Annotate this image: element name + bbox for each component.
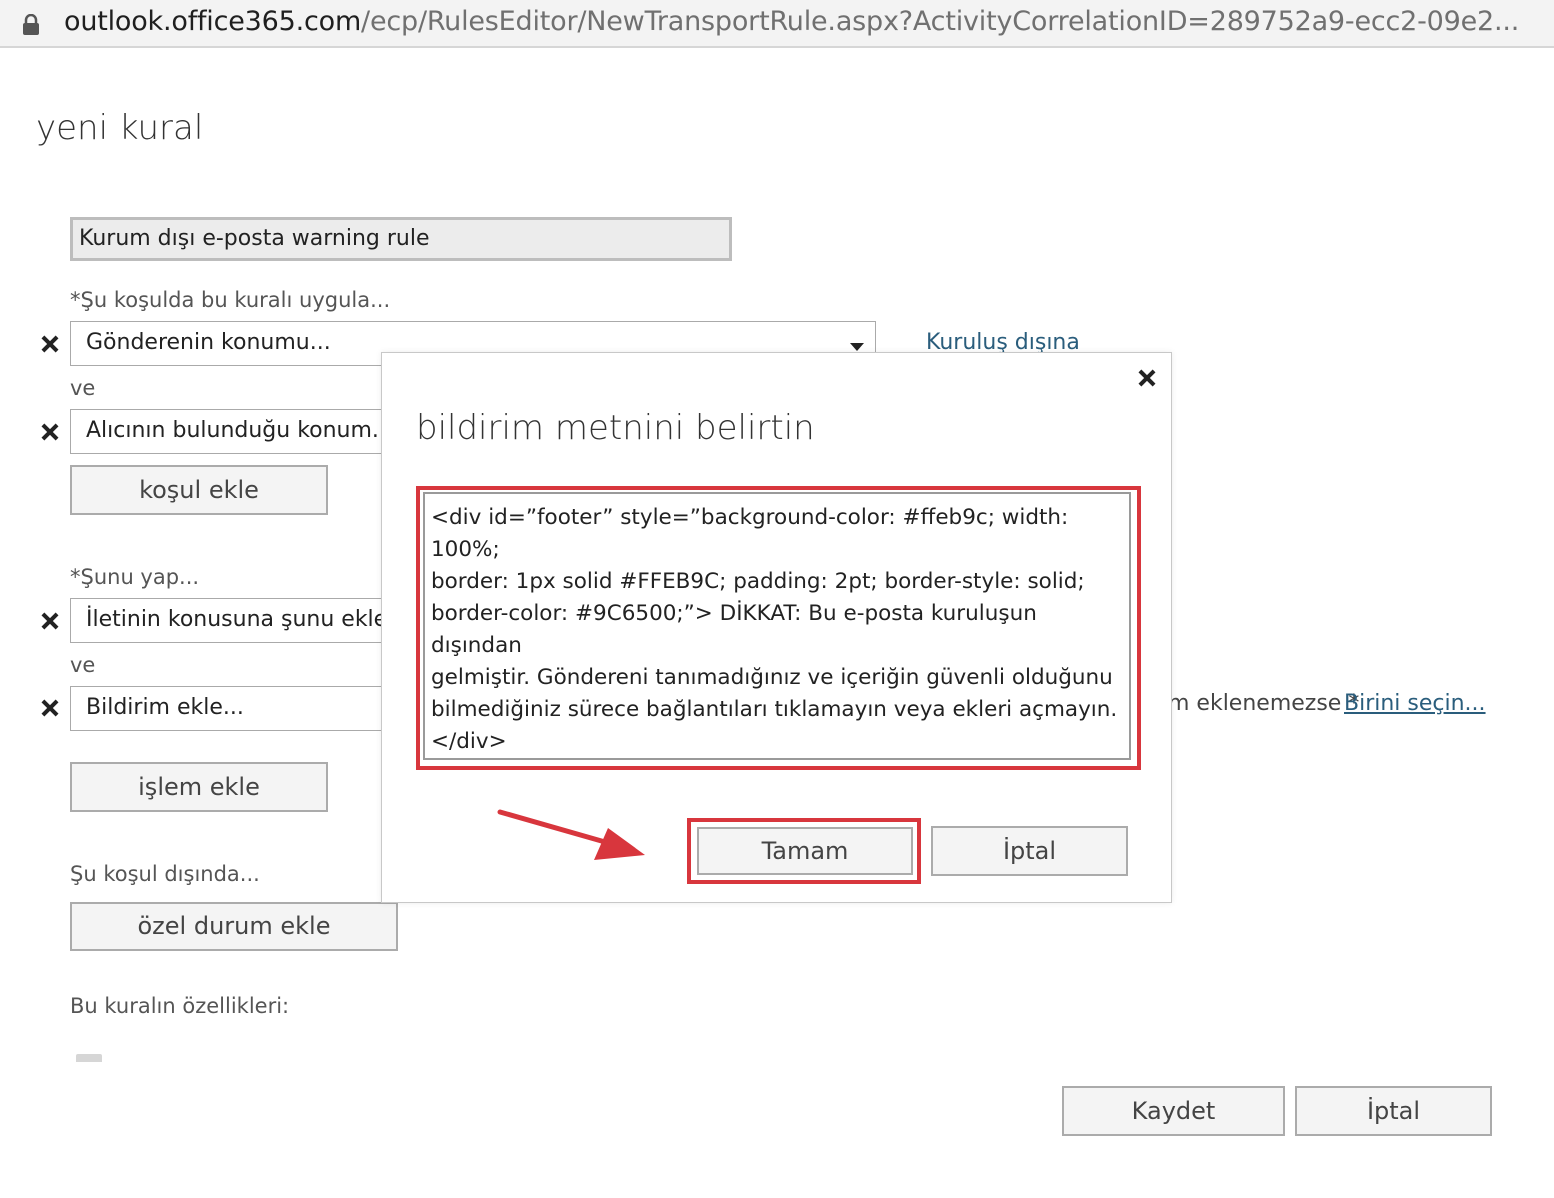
add-action-button[interactable]: işlem ekle xyxy=(70,762,328,812)
cancel-button[interactable]: İptal xyxy=(1295,1086,1492,1136)
add-condition-button[interactable]: koşul ekle xyxy=(70,465,328,515)
condition-1-value: Gönderenin konumu... xyxy=(86,330,331,355)
remove-condition-2-icon[interactable] xyxy=(41,423,59,441)
remove-action-2-icon[interactable] xyxy=(41,699,59,717)
page-title: yeni kural xyxy=(36,108,204,148)
dialog-cancel-button[interactable]: İptal xyxy=(931,826,1128,876)
notice-textarea[interactable]: <div id=”footer” style=”background-color… xyxy=(423,492,1131,760)
action-2-select[interactable]: Bildirim ekle... xyxy=(70,686,400,731)
remove-condition-1-icon[interactable] xyxy=(41,335,59,353)
condition-2-value: Alıcının bulunduğu konum... xyxy=(86,418,393,443)
dialog-title: bildirim metnini belirtin xyxy=(416,408,815,448)
properties-label: Bu kuralın özellikleri: xyxy=(70,994,290,1018)
ok-button[interactable]: Tamam xyxy=(697,827,913,875)
close-icon[interactable] xyxy=(1138,369,1156,387)
annotation-arrow xyxy=(497,809,645,860)
action-2-suffix-text: m eklenemezse * xyxy=(1168,691,1360,716)
and-label-1: ve xyxy=(70,376,96,400)
url-text[interactable]: outlook.office365.com/ecp/RulesEditor/Ne… xyxy=(64,6,1519,37)
choose-one-link[interactable]: Birini seçin... xyxy=(1344,691,1486,716)
exceptions-label: Şu koşul dışında... xyxy=(70,862,260,886)
remove-action-1-icon[interactable] xyxy=(41,612,59,630)
lock-icon xyxy=(23,14,39,35)
rule-name-input[interactable]: Kurum dışı e-posta warning rule xyxy=(70,217,732,261)
action-2-value: Bildirim ekle... xyxy=(86,695,244,720)
property-checkbox[interactable] xyxy=(76,1054,102,1062)
action-1-select[interactable]: İletinin konusuna şunu ekle... xyxy=(70,598,400,643)
add-exception-button[interactable]: özel durum ekle xyxy=(70,902,398,951)
dropdown-arrow-icon[interactable] xyxy=(850,343,864,351)
condition-2-select[interactable]: Alıcının bulunduğu konum... xyxy=(70,409,400,454)
and-label-2: ve xyxy=(70,653,96,677)
conditions-label: *Şu koşulda bu kuralı uygula... xyxy=(70,288,391,312)
action-1-value: İletinin konusuna şunu ekle... xyxy=(86,607,400,632)
actions-label: *Şunu yap... xyxy=(70,565,200,589)
browser-address-bar: outlook.office365.com/ecp/RulesEditor/Ne… xyxy=(0,0,1554,48)
save-button[interactable]: Kaydet xyxy=(1062,1086,1285,1136)
